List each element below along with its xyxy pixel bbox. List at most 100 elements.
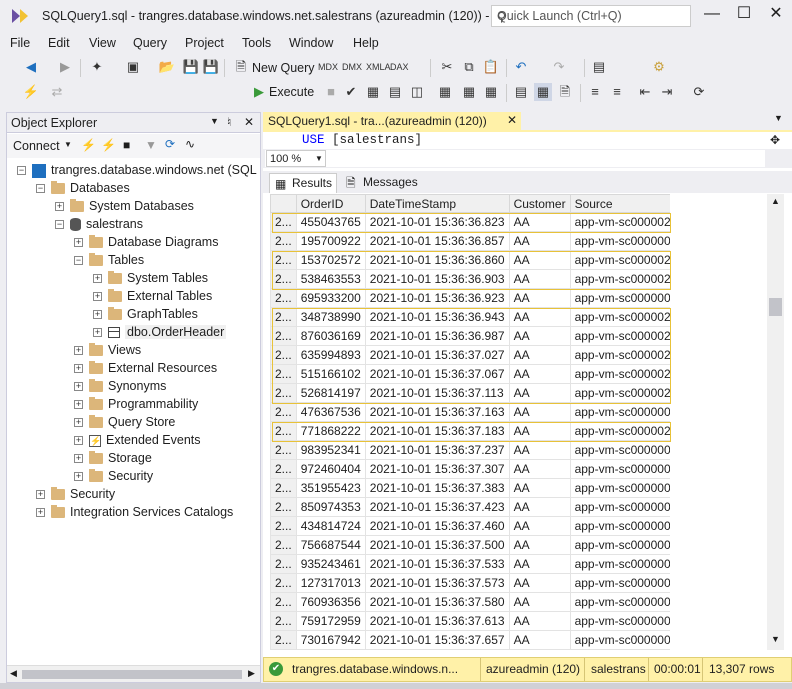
table-row[interactable]: 2... 983952341 2021-10-01 15:36:37.237 AA ap… — [270, 440, 670, 460]
tree-node[interactable]: + ⚡ Extended Events — [74, 431, 201, 449]
table-row[interactable]: 2... 455043765 2021-10-01 15:36:36.823 AA ap… — [270, 212, 670, 232]
comment-icon[interactable]: ≡ — [586, 83, 604, 101]
minimize-button[interactable]: — — [697, 4, 727, 26]
scroll-right-icon[interactable]: ▶ — [248, 668, 255, 679]
back-icon[interactable]: ◀ — [22, 58, 40, 76]
include-plan-icon[interactable]: ▦ — [436, 83, 454, 101]
intellisense-icon[interactable]: ◫ — [408, 83, 426, 101]
activity-icon[interactable]: ∿ — [185, 137, 195, 151]
forward-icon[interactable]: ▶ — [56, 58, 74, 76]
stop-icon[interactable]: ■ — [123, 138, 130, 152]
row-number-cell[interactable]: 2... — [270, 212, 297, 232]
table-cell[interactable]: 476367536 — [295, 402, 366, 422]
table-cell[interactable]: app-vm-sc000000 — [569, 288, 670, 308]
save-icon[interactable]: 💾 — [182, 58, 200, 76]
menu-project[interactable]: Project — [185, 36, 224, 50]
specify-values-icon[interactable]: ⟳ — [690, 83, 708, 101]
expand-icon[interactable]: + — [74, 400, 83, 410]
expand-icon[interactable]: + — [74, 382, 83, 392]
table-cell[interactable]: AA — [508, 554, 571, 574]
undo-icon[interactable]: ↶ — [512, 58, 530, 76]
collapse-icon[interactable]: − — [36, 184, 45, 194]
table-cell[interactable]: app-vm-sc000000 — [569, 478, 670, 498]
table-cell[interactable]: AA — [508, 592, 571, 612]
row-number-cell[interactable]: 2... — [270, 421, 297, 441]
table-cell[interactable] — [569, 649, 670, 650]
table-cell[interactable]: 153702572 — [295, 250, 366, 270]
table-row[interactable]: 2... 434814724 2021-10-01 15:36:37.460 AA ap… — [270, 516, 670, 536]
expand-icon[interactable]: + — [36, 490, 45, 500]
table-cell[interactable]: AA — [508, 231, 571, 251]
table-cell[interactable]: 935243461 — [295, 554, 366, 574]
table-cell[interactable]: AA — [508, 345, 571, 365]
tree-node[interactable]: + Views — [74, 341, 141, 359]
copy-icon[interactable]: ⧉ — [460, 58, 478, 76]
table-row[interactable]: 2... 195700922 2021-10-01 15:36:36.857 AA ap… — [270, 231, 670, 251]
table-cell[interactable]: AA — [508, 307, 571, 327]
tree-node[interactable]: + Query Store — [74, 413, 175, 431]
tab-dropdown-icon[interactable]: ▼ — [774, 113, 783, 123]
execute-icon[interactable]: ▶ — [250, 83, 268, 101]
table-cell[interactable]: 2021-10-01 15:36:36.860 — [364, 250, 510, 270]
client-stats-icon[interactable]: ▦ — [482, 83, 500, 101]
table-cell[interactable]: 759172959 — [295, 611, 366, 631]
table-cell[interactable]: 2021-10-01 15:36:37.657 — [364, 630, 510, 650]
row-number-cell[interactable]: 2... — [270, 402, 297, 422]
table-row[interactable]: 2... 526814197 2021-10-01 15:36:37.113 AA ap… — [270, 383, 670, 403]
row-number-cell[interactable]: 2... — [270, 326, 297, 346]
table-cell[interactable]: 2021-10-01 15:36:37.067 — [364, 364, 510, 384]
paste-icon[interactable]: 📋 — [482, 58, 500, 76]
table-cell[interactable]: 195700922 — [295, 231, 366, 251]
connect-dropdown-icon[interactable]: ▼ — [64, 140, 72, 149]
table-cell[interactable]: 127317013 — [295, 573, 366, 593]
tree-node[interactable]: + Synonyms — [74, 377, 166, 395]
disconnect-icon[interactable]: ⚡ — [101, 138, 116, 152]
table-cell[interactable]: 2021-10-01 15:36:36.903 — [364, 269, 510, 289]
table-row[interactable]: 2... 476367536 2021-10-01 15:36:37.163 AA ap… — [270, 402, 670, 422]
table-cell[interactable]: app-vm-sc000000 — [569, 440, 670, 460]
table-cell[interactable]: AA — [508, 630, 571, 650]
new-query-icon[interactable]: 🗎 — [232, 58, 250, 76]
table-cell[interactable]: AA — [508, 459, 571, 479]
table-cell[interactable]: app-vm-sc000002 — [569, 212, 670, 232]
expand-icon[interactable]: + — [93, 310, 102, 320]
row-number-cell[interactable]: 2... — [270, 250, 297, 270]
tree-node[interactable]: + Security — [36, 485, 115, 503]
table-cell[interactable]: app-vm-sc000002 — [569, 364, 670, 384]
menu-tools[interactable]: Tools — [242, 36, 271, 50]
scroll-thumb[interactable] — [22, 670, 242, 679]
expand-icon[interactable]: + — [74, 436, 83, 446]
table-row[interactable]: 2... 515166102 2021-10-01 15:36:37.067 AA ap… — [270, 364, 670, 384]
table-cell[interactable]: app-vm-sc000000 — [569, 402, 670, 422]
table-row[interactable]: 2... 348738990 2021-10-01 15:36:36.943 AA ap… — [270, 307, 670, 327]
row-number-cell[interactable]: 2... — [270, 307, 297, 327]
cancel-query-icon[interactable]: ■ — [322, 83, 340, 101]
tree-node[interactable]: + Database Diagrams — [74, 233, 218, 251]
row-number-cell[interactable]: 2... — [270, 573, 297, 593]
table-row[interactable]: 2... 760936356 2021-10-01 15:36:37.580 AA ap… — [270, 592, 670, 612]
dmx-query-icon[interactable]: DMX — [342, 58, 362, 76]
menu-file[interactable]: File — [10, 36, 30, 50]
table-cell[interactable]: 515166102 — [295, 364, 366, 384]
table-cell[interactable]: 2021-10-01 15:36:37.113 — [364, 383, 510, 403]
tree-node[interactable]: − trangres.database.windows.net (SQL Se — [17, 161, 260, 179]
increase-indent-icon[interactable]: ⇥ — [658, 83, 676, 101]
expand-icon[interactable]: + — [55, 202, 64, 212]
table-cell[interactable]: AA — [508, 402, 571, 422]
table-cell[interactable]: 2021-10-01 15:36:37.533 — [364, 554, 510, 574]
row-number-cell[interactable]: 2... — [270, 554, 297, 574]
quick-launch-input[interactable]: Quick Launch (Ctrl+Q) ⚲ — [491, 5, 691, 27]
row-number-cell[interactable]: 2... — [270, 592, 297, 612]
collapse-icon[interactable]: − — [55, 220, 64, 230]
tree-node[interactable]: + Programmability — [74, 395, 198, 413]
close-panel-icon[interactable]: ✕ — [244, 115, 254, 129]
row-number-cell[interactable]: 2... — [270, 649, 297, 650]
table-row[interactable]: 2... 935243461 2021-10-01 15:36:37.533 AA ap… — [270, 554, 670, 574]
change-connection-icon[interactable]: ⇄ — [48, 83, 66, 101]
table-row[interactable]: 2... 538463553 2021-10-01 15:36:36.903 AA ap… — [270, 269, 670, 289]
table-cell[interactable]: app-vm-sc000002 — [569, 345, 670, 365]
column-header[interactable] — [270, 194, 297, 213]
maximize-button[interactable]: ☐ — [729, 4, 759, 26]
table-cell[interactable]: 2021-10-01 15:36:36.923 — [364, 288, 510, 308]
tree-node[interactable]: + System Tables — [93, 269, 208, 287]
